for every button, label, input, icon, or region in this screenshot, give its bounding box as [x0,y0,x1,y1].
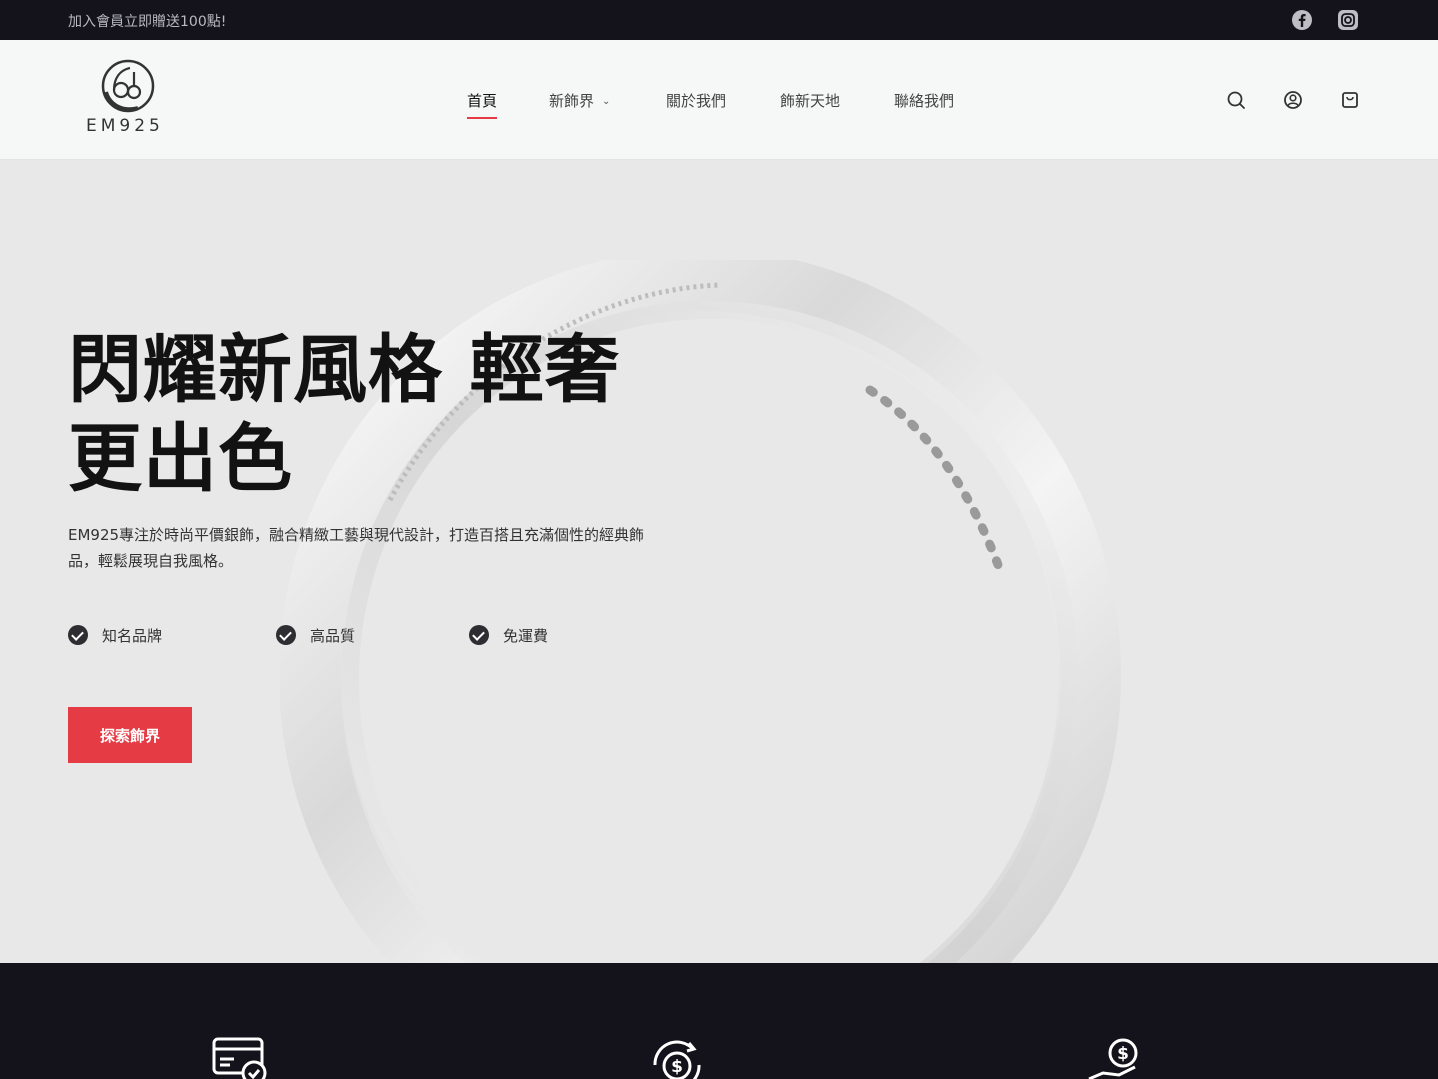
logo[interactable]: EM925 [84,56,174,140]
check-circle-icon [469,625,489,645]
money-exchange-icon: $ [653,1040,701,1079]
svg-text:$: $ [671,1057,683,1077]
feature-label: 知名品牌 [102,626,163,645]
feature-label: 高品質 [310,626,356,645]
chevron-down-icon: ⌄ [602,96,611,107]
feature-quality: 高品質 [276,624,355,646]
hero-section: 閃耀新風格 輕奢更出色 EM925專注於時尚平價銀飾，融合精緻工藝與現代設計，打… [0,160,1438,963]
logo-text: EM925 [86,116,164,136]
feature-free-shipping: 免運費 [469,624,548,646]
logo-mark-icon [101,59,155,113]
account-icon[interactable] [1283,90,1303,110]
money-hand-icon: $ [1088,1038,1138,1079]
hero-title: 閃耀新風格 輕奢更出色 [68,327,620,502]
nav-item-about[interactable]: 關於我們 [666,90,726,111]
nav-item-home[interactable]: 首頁 [467,90,498,119]
instagram-icon[interactable] [1337,9,1359,31]
cart-icon[interactable] [1340,90,1360,110]
svg-text:$: $ [1117,1044,1129,1064]
secure-payment-icon [212,1037,267,1079]
top-announcement-bar: 加入會員立即贈送100點! [0,0,1438,40]
feature-label: 免運費 [503,626,549,645]
nav-item-new-jewelry[interactable]: 新飾界 ⌄ [549,90,610,111]
nav-item-jewelry-world[interactable]: 飾新天地 [780,90,840,111]
check-circle-icon [276,625,296,645]
site-header: EM925 首頁 新飾界 ⌄ 關於我們 飾新天地 聯絡我們 [0,40,1438,160]
benefits-band: $ $ [0,963,1438,1079]
feature-brand: 知名品牌 [68,624,162,646]
facebook-icon[interactable] [1291,9,1313,31]
nav-item-contact[interactable]: 聯絡我們 [894,90,954,111]
check-circle-icon [68,625,88,645]
promo-text: 加入會員立即贈送100點! [68,14,227,30]
search-icon[interactable] [1226,90,1246,110]
hero-description: EM925專注於時尚平價銀飾，融合精緻工藝與現代設計，打造百搭且充滿個性的經典飾… [68,526,645,570]
nav-item-new-jewelry-label: 新飾界 [549,92,595,110]
explore-button[interactable]: 探索飾界 [68,707,192,763]
